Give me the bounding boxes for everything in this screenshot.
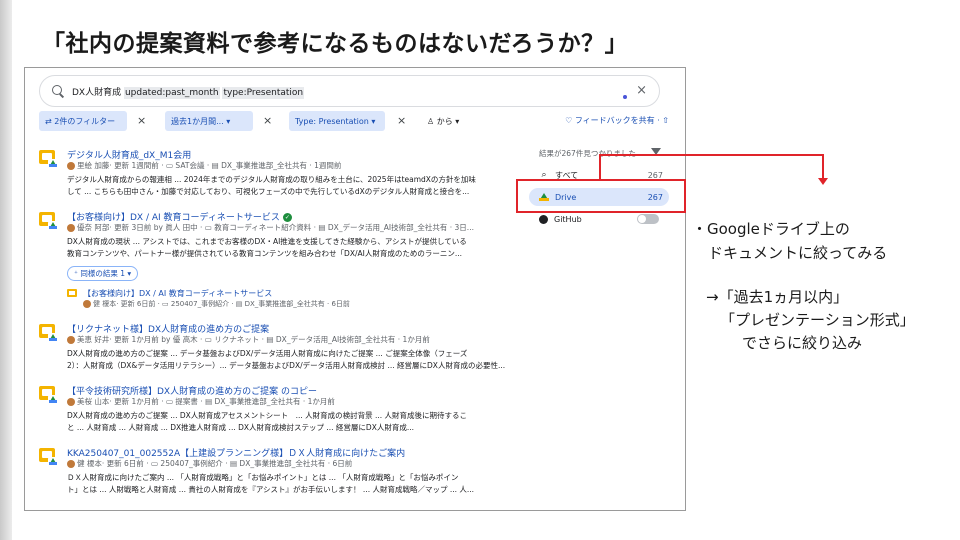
github-icon [539,214,548,224]
avatar [67,336,75,344]
annotation-line: ドキュメントに絞ってみる [708,244,888,262]
filter-count-chip[interactable]: ⇄ 2件のフィルター [39,111,127,131]
slides-icon [67,289,77,297]
search-bar[interactable]: DX人財育成 updated:past_month type:Presentat… [39,75,660,107]
avatar [83,300,91,308]
similar-result-meta: 健 榎本· 更新 6日前 · ▭ 250407_事例紹介 · ▤ DX_事業推進… [83,299,350,309]
query-chip-updated: updated:past_month [123,86,220,99]
github-toggle[interactable] [637,214,659,224]
query-text: DX人財育成 [72,87,124,98]
result-meta: 健 榎本· 更新 6日前 · ▭ 250407_事例紹介 · ▤ DX_事業推進… [67,458,352,469]
result-snippet: デジタル人財育成からの報連相 ... 2024年までのデジタル人財育成の取り組み… [67,175,476,184]
result-snippet: DX人財育成の進め方のご提案 ... DX人財育成アセスメントシート ... 人… [67,411,468,420]
result-meta: 里絵 加藤· 更新 1週間前 · ▭ SAT会議 · ▤ DX_事業推進部_全社… [67,160,341,171]
annotation-line: →「過去1ヵ月以内」 [706,288,849,306]
from-filter-dropdown[interactable]: ♙ から ▾ [421,111,465,131]
callout-line [599,154,601,180]
annotation-line: でさらに絞り込み [742,334,863,352]
type-filter-dropdown[interactable]: Type: Presentation ▾ [289,111,385,131]
annotation-line: ・Googleドライブ上の [692,220,850,238]
result-snippet: DX人財育成の進め方のご提案 ... データ基盤およびDX/データ活用人財育成に… [67,349,468,358]
callout-line [600,154,824,156]
filter-bar: ⇄ 2件のフィルター × 過去1か月間... ▾ × Type: Present… [39,111,669,131]
result-snippet: ト」とは ... 人財戦略と人財育成 ... 貴社の人財育成を『アシスト』がお手… [67,485,475,494]
similar-results-button[interactable]: ⁺ 同様の結果 1 ▾ [67,266,139,281]
result-snippet: ＤＸ人財育成に向けたご案内 ... 「人財育成戦略」と「お悩みポイント」とは .… [67,473,459,482]
avatar [67,460,75,468]
result-snippet: 教育コンテンツや、パートナー様が提供されている教育コンテンツを組み合わせ「DX/… [67,249,462,258]
highlight-box [516,179,686,213]
slides-drive-icon [39,324,58,343]
result-snippet: して ... こちらも田中さん・加藤で対応しており、可視化フェーズの中で先行して… [67,187,470,196]
slides-drive-icon [39,386,58,405]
callout-arrow-icon [818,178,828,185]
avatar [67,224,75,232]
result-snippet: 2）：人財育成（DX&データ活用リテラシー）... データ基盤およびDX/データ… [67,361,506,370]
similar-result-title[interactable]: 【お客様向け】DX / AI 教育コーディネートサービス [83,288,272,299]
result-snippet: と ... 人財育成 ... 人財育成 ... DX推進人財育成 ... DX人… [67,423,414,432]
slide-title: 「社内の提案資料で参考になるものはないだろうか？」 [42,31,629,57]
slide-left-strip [0,0,12,540]
avatar [67,398,75,406]
slides-drive-icon [39,212,58,231]
clear-search-button[interactable]: × [636,83,647,98]
status-dot-icon [623,95,627,99]
annotation-line: 「プレゼンテーション形式」 [720,311,915,329]
slides-drive-icon [39,150,58,169]
result-meta: 美恵 好井· 更新 1か月前 by 優 高木 · ▭ リクナネット · ▤ DX… [67,334,430,345]
search-query[interactable]: DX人財育成 updated:past_month type:Presentat… [72,85,305,99]
feedback-link[interactable]: ♡ フィードバックを共有 · ⇧ [565,115,669,126]
search-screenshot: DX人財育成 updated:past_month type:Presentat… [24,67,686,511]
date-filter-dropdown[interactable]: 過去1か月間... ▾ [165,111,253,131]
callout-line [822,154,824,180]
result-meta: 美桜 山本· 更新 1か月前 · ▭ 提案書 · ▤ DX_事業推進部_全社共有… [67,396,335,407]
avatar [67,162,75,170]
filter-clear-all-button[interactable]: × [137,114,146,127]
search-icon [52,85,64,97]
verified-check-icon: ✓ [282,213,292,222]
slides-drive-icon [39,448,58,467]
date-filter-remove-button[interactable]: × [263,114,272,127]
query-chip-type: type:Presentation [222,86,305,99]
result-snippet: DX人財育成の現状 ... アシストでは、これまでお客様のDX・AI推進を支援し… [67,237,467,246]
type-filter-remove-button[interactable]: × [397,114,406,127]
result-meta: 優奈 阿部· 更新 3日前 by 眞人 田中 · ▭ 教育コーディネート紹介資料… [67,222,474,233]
